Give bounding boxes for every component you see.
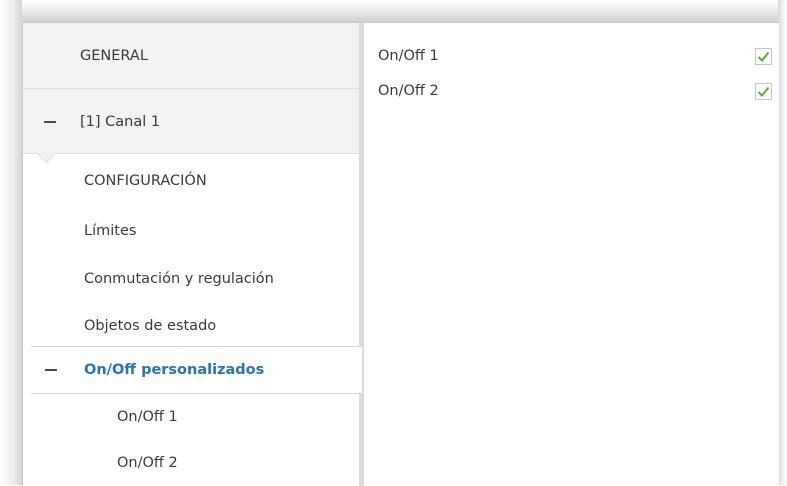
sidebar-item-general[interactable]: GENERAL: [23, 23, 359, 88]
sidebar-item-limites[interactable]: Límites: [23, 207, 359, 255]
parameter-panel: On/Off 1 On/Off 2: [364, 23, 779, 486]
onoff-1-checkbox[interactable]: [755, 47, 772, 65]
window-shadow-left: [0, 0, 22, 485]
checkmark-icon: [757, 86, 770, 97]
sidebar-item-canal-1[interactable]: [1] Canal 1: [23, 89, 359, 154]
sidebar-item-label: On/Off 2: [117, 455, 178, 471]
parameter-row-onoff-2: On/Off 2: [364, 76, 779, 106]
sidebar-tree: GENERAL [1] Canal 1 CONFIGURACIÓN Límite…: [23, 23, 362, 486]
checkmark-icon: [757, 51, 770, 62]
sidebar-item-label: Límites: [84, 223, 137, 239]
window-shadow-right: [778, 0, 787, 485]
collapse-minus-icon[interactable]: [44, 121, 56, 123]
sidebar-item-onoff-personalizados[interactable]: On/Off personalizados: [31, 346, 362, 394]
parameter-label: On/Off 1: [378, 48, 439, 64]
sidebar-item-conmutacion[interactable]: Conmutación y regulación: [23, 255, 359, 303]
sidebar-item-onoff-1[interactable]: On/Off 1: [23, 394, 359, 440]
sidebar-item-onoff-2[interactable]: On/Off 2: [23, 440, 359, 486]
parameter-window: GENERAL [1] Canal 1 CONFIGURACIÓN Límite…: [22, 22, 779, 486]
sidebar-item-configuracion[interactable]: CONFIGURACIÓN: [23, 154, 359, 207]
sidebar-item-label: [1] Canal 1: [80, 113, 161, 130]
collapse-minus-icon[interactable]: [45, 369, 57, 371]
sidebar-item-label: CONFIGURACIÓN: [84, 172, 207, 189]
parameter-row-onoff-1: On/Off 1: [364, 41, 779, 71]
parameter-label: On/Off 2: [378, 83, 439, 99]
onoff-2-checkbox[interactable]: [755, 82, 772, 100]
sidebar-item-objetos-estado[interactable]: Objetos de estado: [23, 303, 359, 349]
sidebar-item-label: On/Off 1: [117, 409, 178, 425]
sidebar-item-label: On/Off personalizados: [84, 362, 265, 378]
sidebar-item-label: Objetos de estado: [84, 318, 217, 334]
sidebar-item-label: Conmutación y regulación: [84, 271, 274, 287]
sidebar-item-label: GENERAL: [80, 47, 148, 64]
window-shadow-top: [0, 0, 787, 22]
